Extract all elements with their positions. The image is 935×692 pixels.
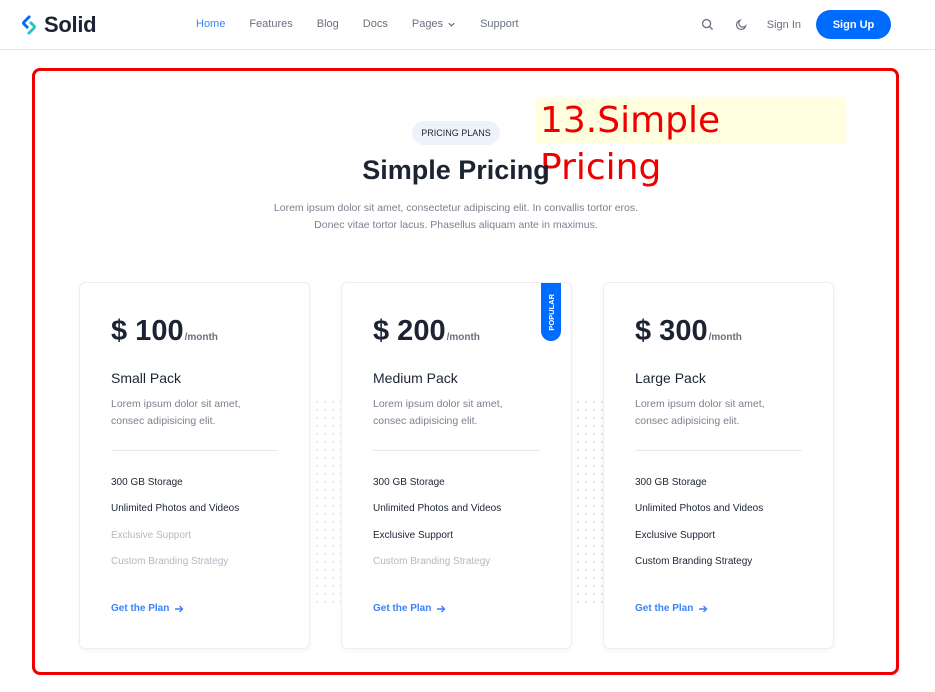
feature-item: 300 GB Storage: [373, 477, 445, 488]
feature-item: 300 GB Storage: [111, 477, 183, 488]
section-title: Simple Pricing: [362, 155, 550, 185]
feature-item: Exclusive Support: [635, 529, 716, 541]
plan-description: Lorem ipsum dolor sit amet, consec adipi…: [373, 398, 503, 427]
search-icon[interactable]: [699, 16, 717, 34]
get-plan-link[interactable]: Get the Plan: [111, 603, 184, 614]
subtitle-line-2: Donec vitae tortor lacus. Phasellus aliq…: [314, 219, 598, 231]
main-nav: Home Features Blog Docs Pages Support: [196, 18, 543, 30]
nav-pages[interactable]: Pages: [412, 18, 456, 30]
logo-icon: [22, 15, 36, 35]
price-amount: $ 200: [373, 315, 446, 347]
feature-list: 300 GB Storage Unlimited Photos and Vide…: [635, 477, 763, 582]
plan-name: Large Pack: [635, 370, 706, 386]
nav-features[interactable]: Features: [249, 18, 292, 30]
feature-item: Unlimited Photos and Videos: [373, 503, 502, 515]
price-amount: $ 300: [635, 315, 708, 347]
pricing-card-small: $ 100 /month Small Pack Lorem ipsum dolo…: [79, 282, 310, 649]
plan-price: $ 200 /month: [373, 315, 480, 348]
price-amount: $ 100: [111, 315, 184, 347]
signup-button[interactable]: Sign Up: [816, 10, 891, 39]
plan-price: $ 300 /month: [635, 315, 742, 348]
divider: [635, 450, 802, 451]
divider: [111, 450, 278, 451]
feature-item: Unlimited Photos and Videos: [111, 503, 240, 515]
get-plan-link[interactable]: Get the Plan: [635, 603, 708, 614]
plan-price: $ 100 /month: [111, 315, 218, 348]
annotation-label: 13.Simple Pricing: [536, 97, 846, 188]
price-period: /month: [708, 332, 742, 343]
section-subtitle: Lorem ipsum dolor sit amet, consectetur …: [0, 200, 912, 234]
arrow-right-icon: [175, 605, 184, 612]
arrow-right-icon: [699, 605, 708, 612]
nav-blog[interactable]: Blog: [317, 18, 339, 30]
site-header: Solid Home Features Blog Docs Pages Supp…: [0, 0, 935, 50]
feature-item: 300 GB Storage: [635, 477, 707, 488]
subtitle-line-1: Lorem ipsum dolor sit amet, consectetur …: [273, 202, 639, 214]
arrow-right-icon: [437, 605, 446, 612]
nav-home[interactable]: Home: [196, 18, 225, 30]
moon-icon[interactable]: [733, 16, 751, 34]
get-plan-label: Get the Plan: [373, 603, 432, 614]
plan-description: Lorem ipsum dolor sit amet, consec adipi…: [111, 398, 241, 427]
get-plan-link[interactable]: Get the Plan: [373, 603, 446, 614]
plan-name: Medium Pack: [373, 370, 458, 386]
feature-item: Custom Branding Strategy: [111, 555, 229, 567]
chevron-down-icon: [448, 22, 455, 27]
feature-item: Exclusive Support: [111, 529, 192, 541]
pricing-card-large: $ 300 /month Large Pack Lorem ipsum dolo…: [603, 282, 834, 649]
price-period: /month: [184, 332, 218, 343]
feature-list: 300 GB Storage Unlimited Photos and Vide…: [373, 477, 501, 582]
signin-link[interactable]: Sign In: [767, 19, 801, 31]
divider: [373, 450, 540, 451]
header-actions: Sign In Sign Up: [699, 10, 891, 39]
plan-name: Small Pack: [111, 370, 182, 386]
feature-item: Custom Branding Strategy: [635, 555, 753, 567]
nav-support[interactable]: Support: [480, 18, 519, 30]
nav-docs[interactable]: Docs: [363, 18, 388, 30]
get-plan-label: Get the Plan: [635, 603, 694, 614]
brand-name: Solid: [44, 12, 97, 37]
section-badge: PRICING PLANS: [412, 121, 500, 145]
feature-list: 300 GB Storage Unlimited Photos and Vide…: [111, 477, 239, 582]
plan-description: Lorem ipsum dolor sit amet, consec adipi…: [635, 398, 765, 427]
feature-item: Custom Branding Strategy: [373, 555, 491, 567]
popular-badge: POPULAR: [541, 283, 561, 341]
feature-item: Exclusive Support: [373, 529, 454, 541]
price-period: /month: [446, 332, 480, 343]
pricing-card-medium: POPULAR $ 200 /month Medium Pack Lorem i…: [341, 282, 572, 649]
feature-item: Unlimited Photos and Videos: [635, 503, 764, 515]
get-plan-label: Get the Plan: [111, 603, 170, 614]
logo[interactable]: Solid: [20, 12, 97, 38]
